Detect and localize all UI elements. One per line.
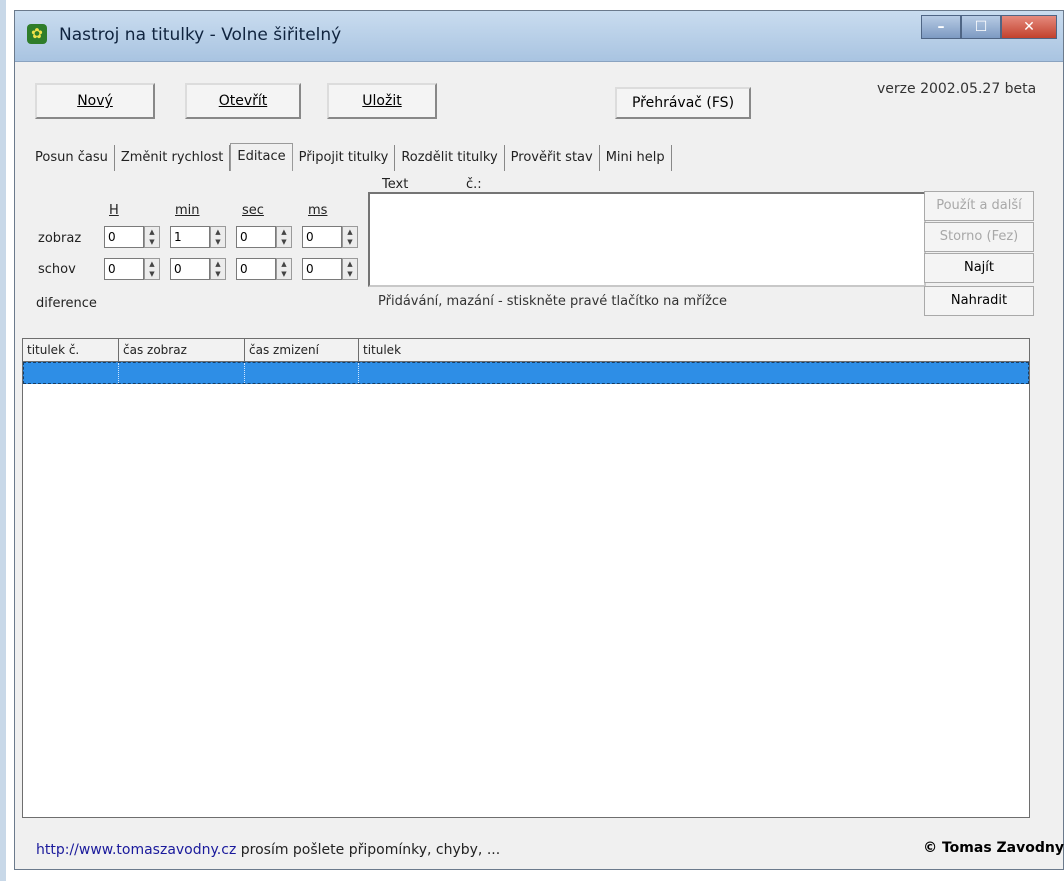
grid-cell[interactable] xyxy=(24,363,119,383)
background-strip xyxy=(0,0,6,881)
hide-minutes-input[interactable] xyxy=(170,258,210,280)
homepage-link[interactable]: http://www.tomaszavodny.cz xyxy=(36,842,236,858)
number-label: č.: xyxy=(466,177,482,192)
status-bar: http://www.tomaszavodny.cz prosím pošlet… xyxy=(22,826,1064,874)
hide-ms-spinner[interactable]: ▲▼ xyxy=(302,258,360,280)
open-button[interactable]: Otevřít xyxy=(185,83,301,119)
title-bar[interactable]: ✿ Nastroj na titulky - Volne šiřitelný –… xyxy=(15,11,1063,62)
preview-button-label: Přehrávač (FS) xyxy=(631,95,735,111)
window-controls: – ☐ ✕ xyxy=(921,15,1057,39)
show-row-label: zobraz xyxy=(38,231,82,246)
grid-col-subtitle[interactable]: titulek xyxy=(359,339,1029,361)
tab-split-subtitles[interactable]: Rozdělit titulky xyxy=(395,145,505,171)
spin-arrows-icon[interactable]: ▲ ▼ xyxy=(144,258,160,280)
minimize-button[interactable]: – xyxy=(921,15,961,39)
open-button-label: Otevřít xyxy=(218,93,268,109)
spin-arrows-icon[interactable]: ▲ ▼ xyxy=(276,226,292,248)
spin-arrows-icon[interactable]: ▲ ▼ xyxy=(210,258,226,280)
hide-seconds-input[interactable] xyxy=(236,258,276,280)
hours-header: H xyxy=(109,203,119,218)
save-button-label: Uložit xyxy=(362,93,402,109)
new-button[interactable]: Nový xyxy=(35,83,155,119)
hide-row-label: schov xyxy=(38,262,76,277)
show-hours-spinner[interactable]: ▲▼ xyxy=(104,226,162,248)
tab-edit[interactable]: Editace xyxy=(230,143,293,171)
grid-col-number[interactable]: titulek č. xyxy=(23,339,119,361)
tab-time-shift[interactable]: Posun času xyxy=(29,145,115,171)
milliseconds-header: ms xyxy=(308,203,328,218)
difference-label: diference xyxy=(36,296,97,311)
seconds-header: sec xyxy=(242,203,264,218)
tab-check-state[interactable]: Prověřit stav xyxy=(505,145,600,171)
grid-cell[interactable] xyxy=(245,363,359,383)
find-button[interactable]: Najít xyxy=(924,253,1034,283)
table-row[interactable] xyxy=(23,362,1029,384)
close-button[interactable]: ✕ xyxy=(1001,15,1057,39)
grid-col-show-time[interactable]: čas zobraz xyxy=(119,339,245,361)
copyright-label: © Tomas Zavodny xyxy=(923,840,1064,856)
hide-ms-input[interactable] xyxy=(302,258,342,280)
tab-change-speed[interactable]: Změnit rychlost xyxy=(115,145,231,171)
show-seconds-spinner[interactable]: ▲▼ xyxy=(236,226,294,248)
spin-arrows-icon[interactable]: ▲ ▼ xyxy=(144,226,160,248)
preview-button[interactable]: Přehrávač (FS) xyxy=(615,87,751,119)
minutes-header: min xyxy=(175,203,200,218)
status-message: prosím pošlete připomínky, chyby, ... xyxy=(236,842,501,858)
show-seconds-input[interactable] xyxy=(236,226,276,248)
show-minutes-input[interactable] xyxy=(170,226,210,248)
grid-cell[interactable] xyxy=(359,363,1019,383)
replace-button[interactable]: Nahradit xyxy=(924,286,1034,316)
apply-next-button[interactable]: Použít a další xyxy=(924,191,1034,221)
tab-join-subtitles[interactable]: Připojit titulky xyxy=(293,145,396,171)
status-text: http://www.tomaszavodny.cz prosím pošlet… xyxy=(36,842,500,858)
spin-arrows-icon[interactable]: ▲ ▼ xyxy=(276,258,292,280)
app-icon: ✿ xyxy=(27,24,47,44)
maximize-button[interactable]: ☐ xyxy=(961,15,1001,39)
window-title: Nastroj na titulky - Volne šiřitelný xyxy=(59,25,342,45)
show-ms-input[interactable] xyxy=(302,226,342,248)
grid-hint: Přidávání, mazání - stiskněte pravé tlač… xyxy=(378,294,728,309)
save-button[interactable]: Uložit xyxy=(327,83,437,119)
hide-hours-spinner[interactable]: ▲▼ xyxy=(104,258,162,280)
new-button-label: Nový xyxy=(77,93,113,109)
grid-header: titulek č. čas zobraz čas zmizení titule… xyxy=(23,339,1029,362)
spin-arrows-icon[interactable]: ▲ ▼ xyxy=(342,258,358,280)
show-minutes-spinner[interactable]: ▲▼ xyxy=(170,226,228,248)
grid-cell[interactable] xyxy=(119,363,245,383)
version-label: verze 2002.05.27 beta xyxy=(877,81,1037,97)
hide-seconds-spinner[interactable]: ▲▼ xyxy=(236,258,294,280)
subtitle-text-area[interactable] xyxy=(368,192,926,287)
show-ms-spinner[interactable]: ▲▼ xyxy=(302,226,360,248)
text-label: Text xyxy=(382,177,409,192)
hide-hours-input[interactable] xyxy=(104,258,144,280)
undo-button[interactable]: Storno (Fez) xyxy=(924,222,1034,252)
tab-mini-help[interactable]: Mini help xyxy=(600,145,672,171)
hide-minutes-spinner[interactable]: ▲▼ xyxy=(170,258,228,280)
subtitle-grid[interactable]: titulek č. čas zobraz čas zmizení titule… xyxy=(22,338,1030,818)
spin-arrows-icon[interactable]: ▲ ▼ xyxy=(210,226,226,248)
spin-arrows-icon[interactable]: ▲ ▼ xyxy=(342,226,358,248)
tab-bar: Posun času Změnit rychlost Editace Připo… xyxy=(29,143,672,173)
grid-col-hide-time[interactable]: čas zmizení xyxy=(245,339,359,361)
show-hours-input[interactable] xyxy=(104,226,144,248)
